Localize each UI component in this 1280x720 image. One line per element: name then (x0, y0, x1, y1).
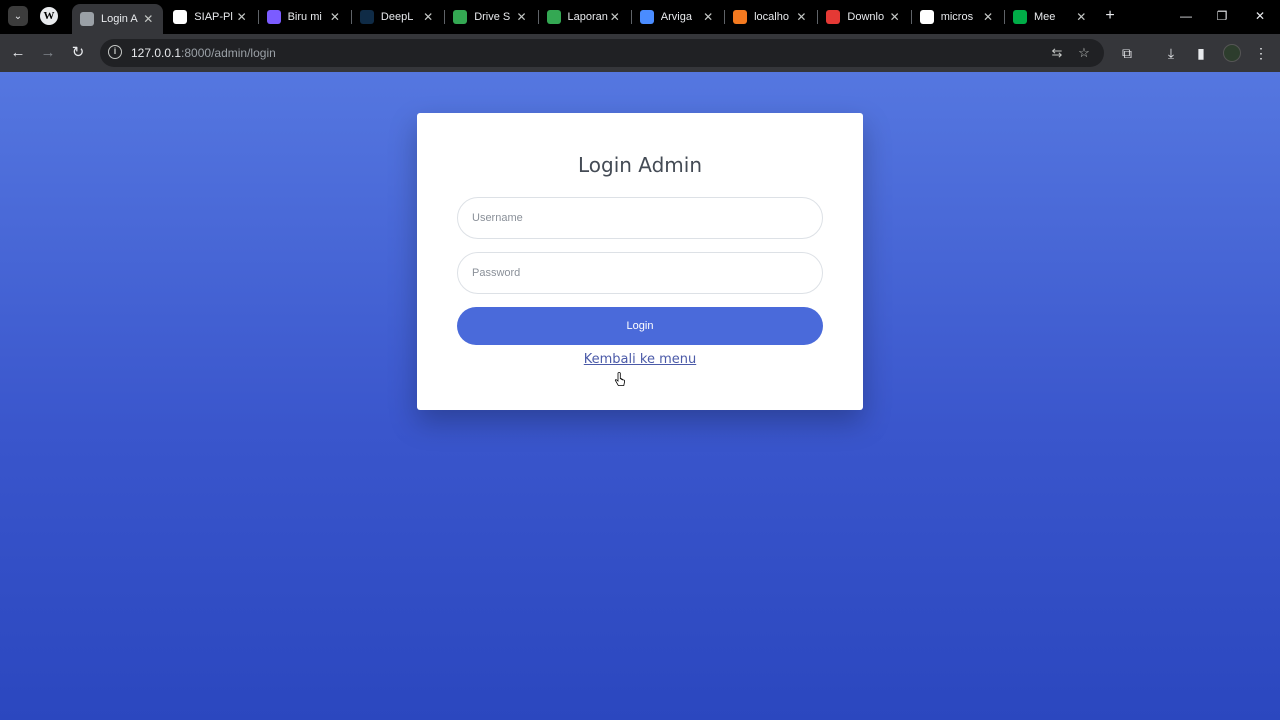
browser-toolbar: ← → ↻ i 127.0.0.1:8000/admin/login ⇆ ☆ ⧉… (0, 34, 1280, 72)
tab-title: Laporan (567, 11, 608, 23)
shield-icon (266, 10, 281, 24)
tab-strip: ⌄ W Login A ✕ SIAP-Pl ✕ Biru mi ✕ DeepL ✕ Drive … (0, 0, 1280, 34)
extensions-icon[interactable]: ⧉ (1117, 43, 1137, 63)
browser-tab[interactable]: Login A ✕ (72, 4, 164, 34)
restore-button[interactable]: ❐ (1208, 6, 1236, 26)
close-window-button[interactable]: ✕ (1246, 6, 1274, 26)
password-input[interactable] (457, 252, 823, 294)
browser-tab[interactable]: SIAP-Pl ✕ (165, 4, 256, 30)
drive-icon (546, 10, 561, 24)
tab-title: SIAP-Pl (194, 11, 233, 23)
minimize-button[interactable]: — (1172, 6, 1200, 26)
tab-title: Biru mi (287, 11, 322, 23)
heart-icon (826, 10, 841, 24)
back-to-menu-link[interactable]: Kembali ke menu (417, 352, 863, 367)
username-input[interactable] (457, 197, 823, 239)
deepl-icon (359, 10, 374, 24)
download-icon[interactable]: ⤓ (1161, 43, 1181, 63)
browser-tab[interactable]: Arviga ✕ (632, 4, 723, 30)
address-bar[interactable]: i 127.0.0.1:8000/admin/login ⇆ ☆ (100, 39, 1104, 67)
tab-close-icon[interactable]: ✕ (514, 10, 528, 24)
browser-tab[interactable]: localho ✕ (725, 4, 816, 30)
login-button[interactable]: Login (457, 307, 823, 345)
wordpress-icon[interactable]: W (40, 7, 58, 25)
browser-tab[interactable]: Drive S ✕ (445, 4, 536, 30)
tab-close-icon[interactable]: ✕ (701, 10, 715, 24)
tab-close-icon[interactable]: ✕ (235, 10, 249, 24)
browser-tab[interactable]: micros ✕ (912, 4, 1003, 30)
address-url[interactable]: 127.0.0.1:8000/admin/login (131, 46, 276, 60)
tab-title: Arviga (660, 11, 692, 23)
tab-title: Downlo (847, 11, 885, 23)
tab-title: localho (754, 11, 789, 23)
tab-close-icon[interactable]: ✕ (1074, 10, 1088, 24)
translate-icon[interactable]: ⇆ (1048, 44, 1066, 62)
meet-icon (1013, 10, 1027, 24)
browser-tab[interactable]: Biru mi ✕ (259, 4, 350, 30)
site-info-icon[interactable]: i (108, 45, 122, 59)
google-icon (919, 10, 934, 24)
side-panel-icon[interactable]: ▮ (1191, 43, 1211, 63)
profile-avatar[interactable] (1223, 44, 1241, 62)
tab-close-icon[interactable]: ✕ (794, 10, 808, 24)
login-title: Login Admin (577, 153, 703, 177)
xampp-icon (733, 10, 748, 24)
browser-tab[interactable]: Downlo ✕ (818, 4, 909, 30)
siap-icon (173, 10, 188, 24)
pointer-cursor-icon (614, 372, 626, 386)
tab-search-button[interactable]: ⌄ (8, 6, 28, 26)
reload-button[interactable]: ↻ (67, 42, 89, 64)
globe-icon (80, 12, 94, 26)
drive-icon (453, 10, 468, 24)
menu-icon[interactable]: ⋮ (1251, 43, 1271, 63)
bookmark-star-icon[interactable]: ☆ (1075, 44, 1093, 62)
forward-button[interactable]: → (37, 42, 59, 64)
tab-title: Mee (1034, 11, 1056, 23)
login-card: Login Admin Login Kembali ke menu (417, 113, 863, 410)
tab-title: micros (940, 11, 974, 23)
tab-close-icon[interactable]: ✕ (981, 10, 995, 24)
tab-title: Login A (101, 13, 138, 25)
new-tab-button[interactable]: + (1101, 7, 1119, 25)
tab-title: Drive S (474, 11, 511, 23)
tab-close-icon[interactable]: ✕ (421, 10, 435, 24)
page-background: Login Admin Login Kembali ke menu (0, 72, 1280, 720)
tab-title: DeepL (380, 11, 414, 23)
back-button[interactable]: ← (7, 42, 29, 64)
arviga-icon (639, 10, 654, 24)
browser-tab[interactable]: Mee ✕ (1005, 4, 1096, 30)
tab-close-icon[interactable]: ✕ (888, 10, 902, 24)
tab-close-icon[interactable]: ✕ (608, 10, 622, 24)
browser-tab[interactable]: Laporan ✕ (539, 4, 630, 30)
browser-tab[interactable]: DeepL ✕ (352, 4, 443, 30)
tab-close-icon[interactable]: ✕ (141, 12, 155, 26)
tab-close-icon[interactable]: ✕ (328, 10, 342, 24)
